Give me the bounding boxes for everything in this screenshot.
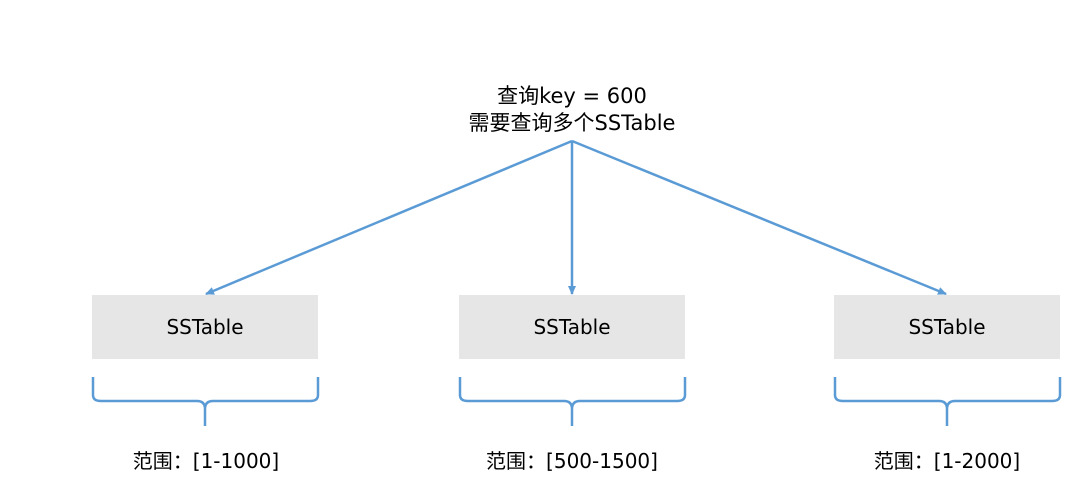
sstable-box-1: SSTable	[92, 295, 318, 359]
connector-layer	[91, 139, 1062, 426]
range-label-3: 范围：[1-2000]	[873, 449, 1021, 473]
arrow-to-sstable-1	[205, 139, 573, 296]
range-label-1: 范围：[1-1000]	[132, 449, 280, 473]
range-label-2: 范围：[500-1500]	[486, 449, 658, 473]
range-brace-2	[458, 377, 687, 426]
sstable-label: SSTable	[533, 315, 611, 339]
range-brace-1	[91, 377, 320, 426]
sstable-label: SSTable	[908, 315, 986, 339]
range-brace-3	[833, 377, 1062, 426]
sstable-box-3: SSTable	[834, 295, 1060, 359]
arrow-to-sstable-3	[571, 139, 947, 296]
sstable-box-2: SSTable	[459, 295, 685, 359]
sstable-label: SSTable	[166, 315, 244, 339]
